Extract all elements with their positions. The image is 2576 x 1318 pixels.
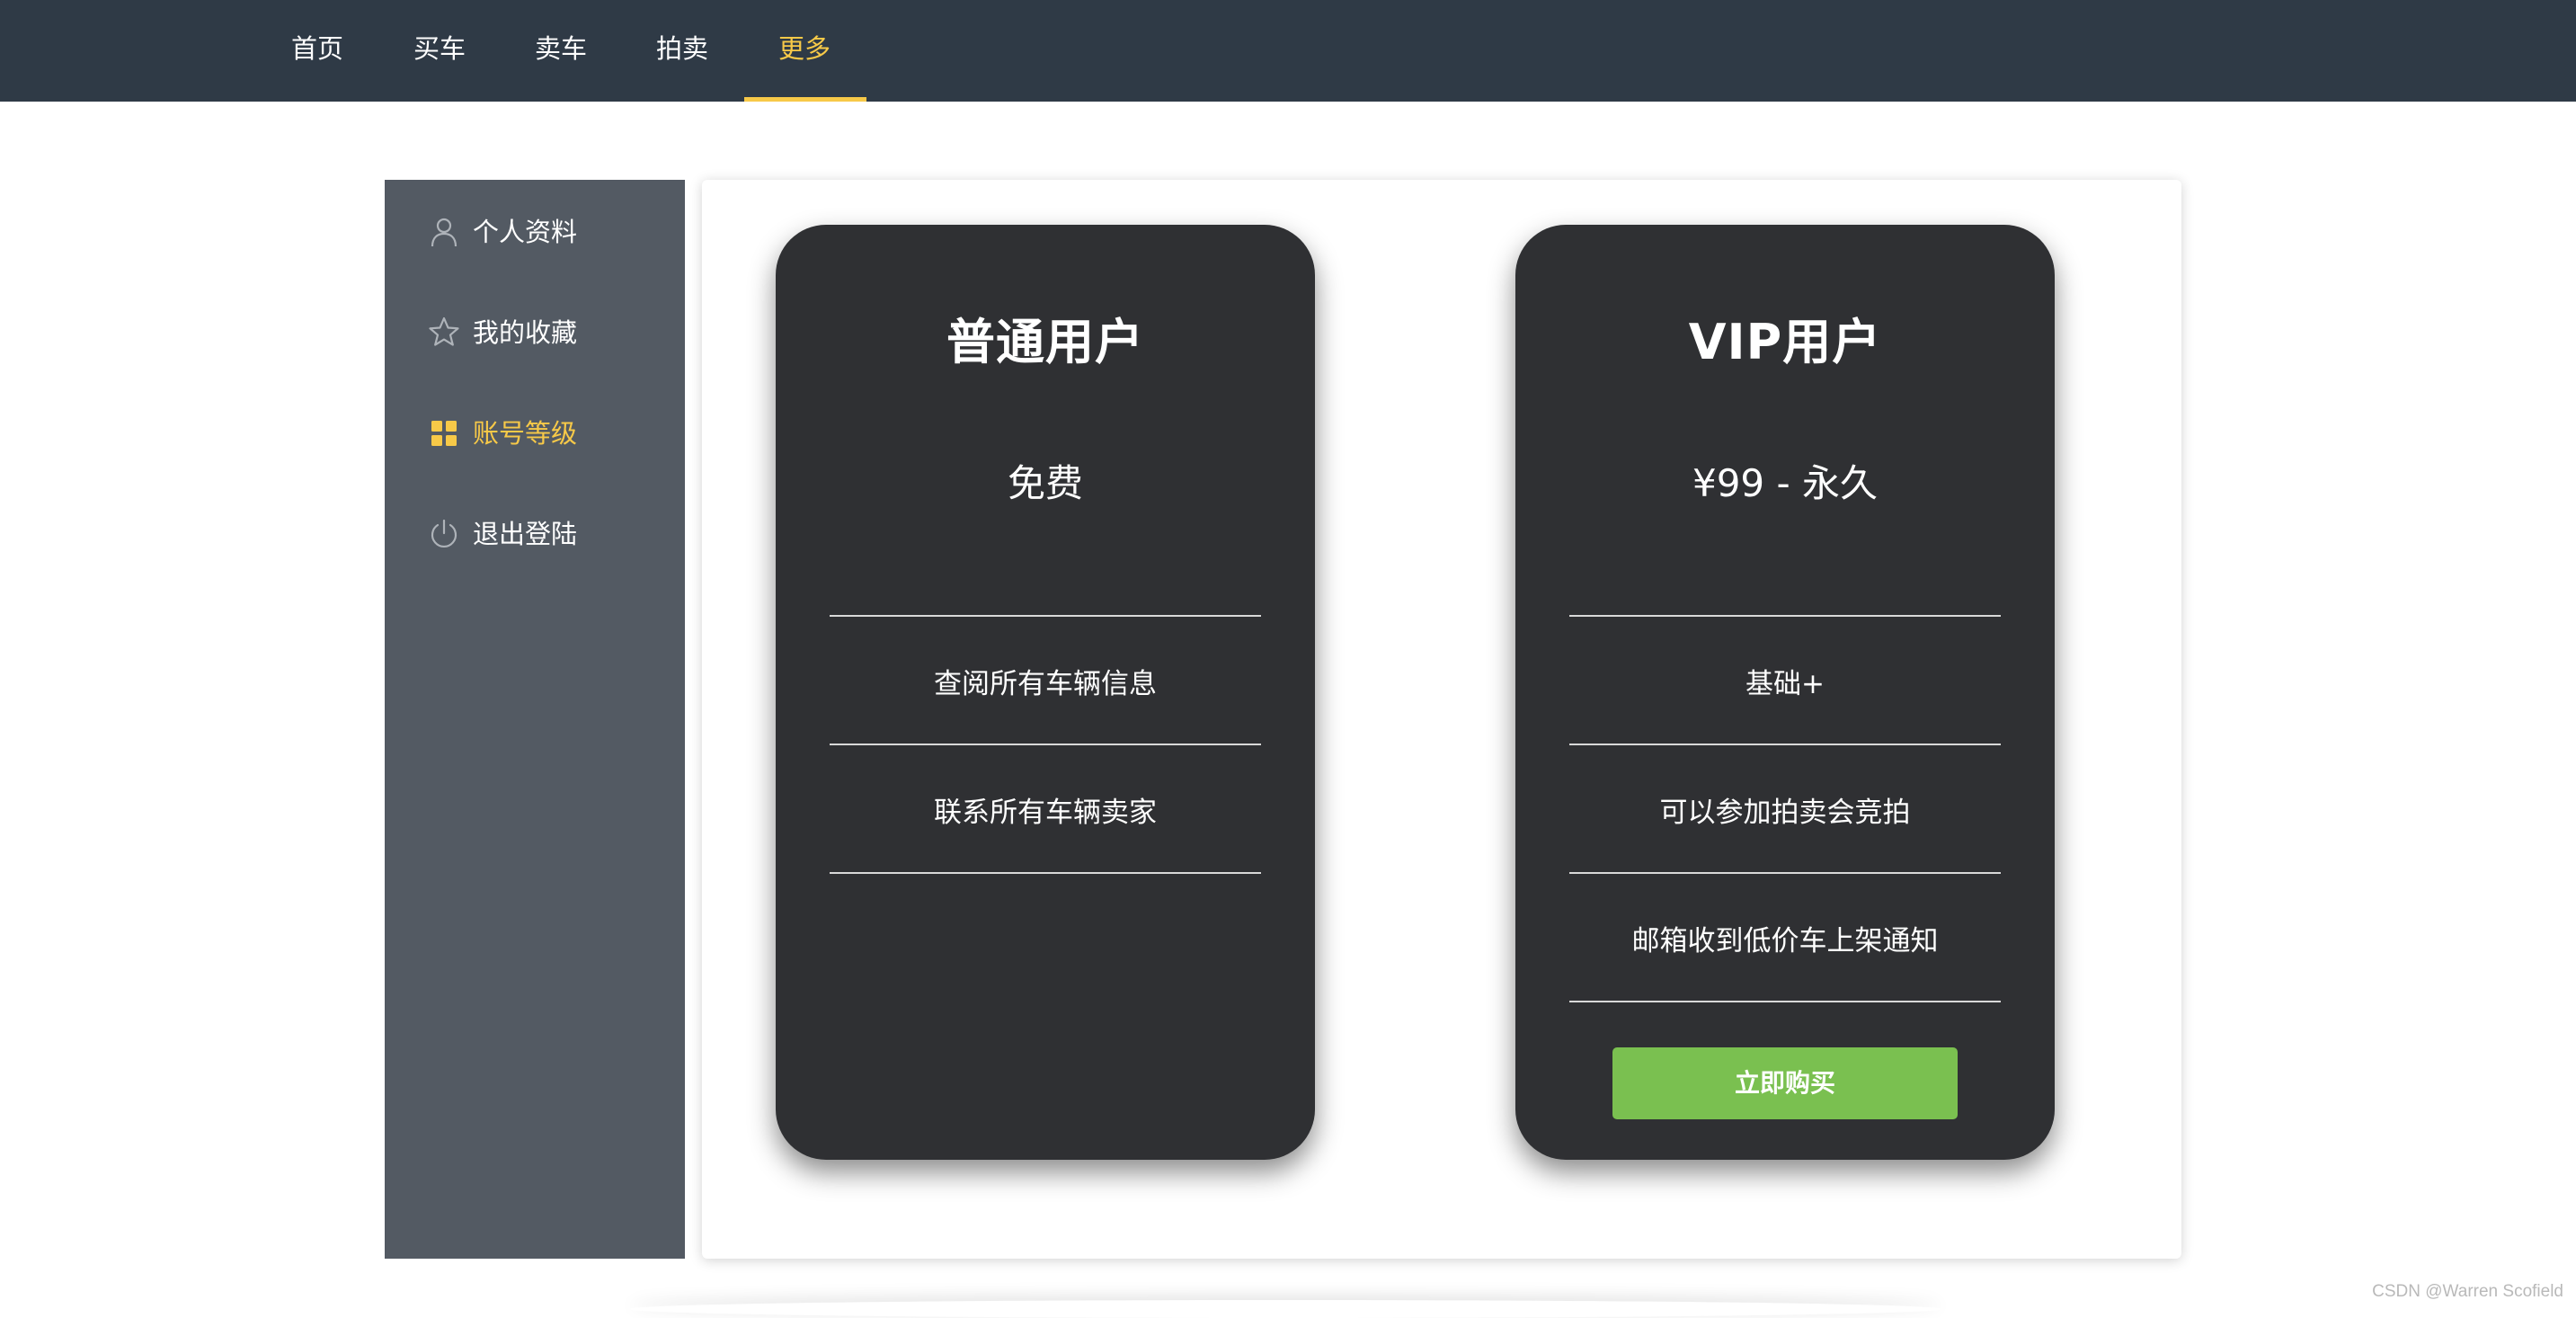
divider bbox=[1569, 1001, 2001, 1002]
sidebar-item-favorites[interactable]: 我的收藏 bbox=[385, 297, 685, 369]
nav-item-auction[interactable]: 拍卖 bbox=[644, 0, 721, 102]
account-sidebar: 个人资料 我的收藏 账号等级 退出登陆 bbox=[385, 180, 685, 1259]
divider bbox=[830, 872, 1261, 874]
nav-active-indicator bbox=[744, 97, 866, 102]
star-icon bbox=[429, 316, 459, 346]
plan-title: VIP用户 bbox=[1688, 314, 1882, 370]
divider bbox=[1569, 744, 2001, 745]
plan-feature: 查阅所有车辆信息 bbox=[934, 668, 1157, 700]
sidebar-item-account-level[interactable]: 账号等级 bbox=[385, 397, 685, 469]
sidebar-item-logout[interactable]: 退出登陆 bbox=[385, 498, 685, 570]
sidebar-item-label: 退出登陆 bbox=[473, 519, 578, 549]
plan-title: 普通用户 bbox=[946, 314, 1144, 370]
sidebar-item-label: 账号等级 bbox=[473, 418, 578, 449]
footer-shadow bbox=[629, 1300, 1941, 1318]
nav-item-sell-car[interactable]: 卖车 bbox=[522, 0, 600, 102]
top-navigation-bar: 首页 买车 卖车 拍卖 更多 bbox=[0, 0, 2576, 102]
plan-price: ¥99 - 永久 bbox=[1692, 461, 1879, 505]
nav-item-home[interactable]: 首页 bbox=[279, 0, 356, 102]
power-icon bbox=[431, 519, 457, 548]
plan-price: 免费 bbox=[1007, 461, 1083, 505]
account-level-panel: 普通用户 免费 查阅所有车辆信息 联系所有车辆卖家 VIP用户 ¥99 - 永久… bbox=[702, 180, 2181, 1259]
sidebar-item-profile[interactable]: 个人资料 bbox=[385, 196, 685, 268]
grid-icon bbox=[431, 421, 457, 446]
vip-plan-card: VIP用户 ¥99 - 永久 基础+ 可以参加拍卖会竞拍 邮箱收到低价车上架通知… bbox=[1515, 225, 2055, 1160]
divider bbox=[830, 615, 1261, 617]
plan-feature: 基础+ bbox=[1745, 668, 1825, 700]
user-icon bbox=[431, 218, 457, 247]
divider bbox=[1569, 615, 2001, 617]
divider bbox=[1569, 872, 2001, 874]
plan-feature: 邮箱收到低价车上架通知 bbox=[1631, 925, 1939, 957]
buy-now-button[interactable]: 立即购买 bbox=[1612, 1047, 1958, 1119]
plan-feature: 联系所有车辆卖家 bbox=[934, 797, 1157, 829]
nav-item-buy-car[interactable]: 买车 bbox=[401, 0, 478, 102]
basic-plan-card: 普通用户 免费 查阅所有车辆信息 联系所有车辆卖家 bbox=[776, 225, 1315, 1160]
watermark: CSDN @Warren Scofield bbox=[2372, 1282, 2563, 1301]
nav-item-more[interactable]: 更多 bbox=[766, 0, 843, 102]
sidebar-item-label: 我的收藏 bbox=[473, 317, 578, 348]
plan-feature: 可以参加拍卖会竞拍 bbox=[1659, 797, 1911, 829]
divider bbox=[830, 744, 1261, 745]
sidebar-item-label: 个人资料 bbox=[473, 217, 578, 247]
